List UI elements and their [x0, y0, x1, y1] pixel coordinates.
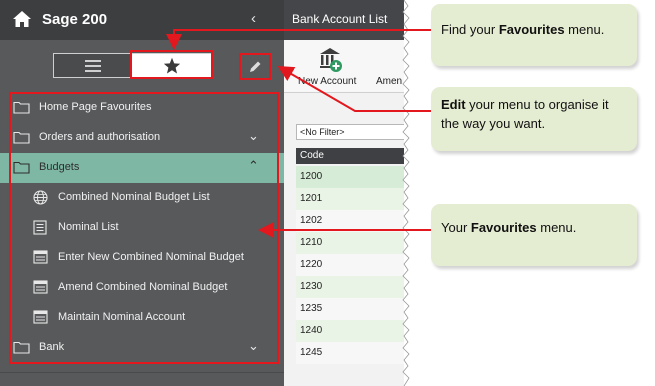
main-header: Bank Account List — [284, 0, 404, 40]
table-row[interactable]: 1240 — [296, 320, 404, 342]
column-header-code[interactable]: Code — [296, 148, 404, 164]
sidebar-divider — [0, 372, 284, 373]
table-row[interactable]: 1202 — [296, 210, 404, 232]
sidebar-header: Sage 200 ‹ — [0, 0, 284, 40]
callout-text: menu. — [536, 220, 577, 235]
new-account-icon[interactable] — [318, 46, 344, 74]
list-view-icon — [84, 59, 101, 72]
action-ribbon: New Account Amen — [284, 40, 404, 93]
torn-edge — [402, 0, 418, 386]
edit-button-highlight — [239, 53, 271, 80]
callout-text: Your — [441, 220, 471, 235]
favourites-menu-highlight — [9, 92, 279, 364]
page-title: Bank Account List — [292, 12, 388, 26]
callout-edit-menu: Edit your menu to organise it the way yo… — [431, 87, 637, 151]
callout-your-favourites: Your Favourites menu. — [431, 204, 637, 266]
table-row[interactable]: 1200 — [296, 166, 404, 188]
callout-text: your menu to organise it the way you wan… — [441, 97, 609, 131]
filter-select[interactable]: <No Filter> — [296, 124, 404, 140]
table-row[interactable]: 1245 — [296, 342, 404, 364]
callout-find-favourites: Find your Favourites menu. — [431, 4, 637, 66]
collapse-sidebar-chevron-icon[interactable]: ‹ — [251, 10, 256, 27]
callout-text: Find your — [441, 22, 499, 37]
list-view-button[interactable] — [54, 54, 131, 77]
callout-bold-text: Edit — [441, 97, 466, 112]
table-row[interactable]: 1201 — [296, 188, 404, 210]
favourites-toggle-highlight — [130, 50, 213, 79]
table-row[interactable]: 1235 — [296, 298, 404, 320]
callout-text: menu. — [564, 22, 605, 37]
table-row[interactable]: 1230 — [296, 276, 404, 298]
table-row[interactable]: 1220 — [296, 254, 404, 276]
app-title: Sage 200 — [42, 11, 108, 28]
callout-bold-text: Favourites — [498, 22, 565, 37]
main-panel: Bank Account List New Account Amen <No F… — [284, 0, 404, 386]
table-row[interactable]: 1210 — [296, 232, 404, 254]
new-account-button[interactable]: New Account — [298, 76, 356, 87]
home-icon[interactable] — [12, 10, 32, 28]
callout-bold-text: Favourites — [470, 220, 537, 235]
